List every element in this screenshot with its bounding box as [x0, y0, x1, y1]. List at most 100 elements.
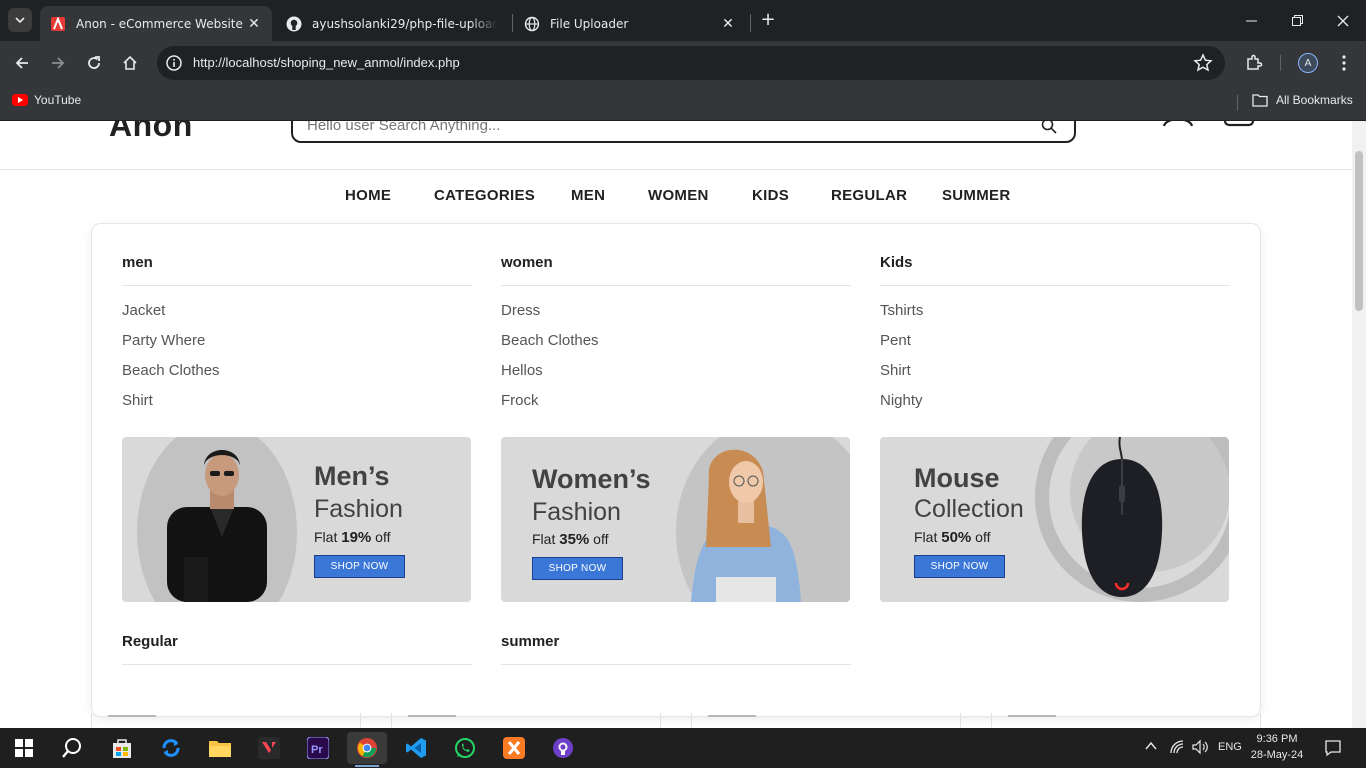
clock[interactable]: 9:36 PM 28-May-24: [1246, 731, 1308, 763]
language-indicator[interactable]: ENG: [1218, 741, 1242, 753]
home-button[interactable]: [118, 51, 142, 75]
tab-search-button[interactable]: [8, 8, 32, 32]
browser-menu-button[interactable]: [1332, 51, 1356, 75]
volume-button[interactable]: [1191, 739, 1209, 758]
tab-file-uploader[interactable]: File Uploader ✕: [514, 6, 746, 41]
url-text[interactable]: http://localhost/shoping_new_anmol/index…: [193, 55, 460, 70]
close-icon[interactable]: ✕: [246, 16, 262, 32]
product-card[interactable]: [991, 713, 1261, 728]
category-heading[interactable]: Regular: [122, 633, 472, 665]
profile-avatar[interactable]: A: [1298, 53, 1318, 73]
cart-icon[interactable]: [1222, 121, 1256, 139]
forward-button[interactable]: [46, 51, 70, 75]
category-link[interactable]: Nighty: [880, 392, 1230, 422]
nav-summer[interactable]: SUMMER: [942, 187, 1010, 204]
shop-now-button[interactable]: SHOP NOW: [532, 557, 623, 580]
womens-fashion-banner[interactable]: Women’s Fashion Flat 35% off SHOP NOW: [501, 437, 850, 602]
new-tab-button[interactable]: +: [758, 10, 778, 30]
nav-categories[interactable]: CATEGORIES: [434, 187, 535, 204]
anon-favicon: [50, 16, 66, 32]
mens-fashion-banner[interactable]: Men’s Fashion Flat 19% off SHOP NOW: [122, 437, 471, 602]
browser-toolbar: http://localhost/shoping_new_anmol/index…: [0, 41, 1366, 85]
taskbar-vscode[interactable]: [396, 732, 436, 764]
category-heading[interactable]: men: [122, 254, 472, 286]
taskbar-whatsapp[interactable]: [445, 732, 485, 764]
start-button[interactable]: [4, 732, 44, 764]
taskbar-search-button[interactable]: [52, 732, 92, 764]
restore-button[interactable]: [1274, 0, 1320, 41]
nav-men[interactable]: MEN: [571, 187, 605, 204]
taskbar-github-desktop[interactable]: [543, 732, 583, 764]
category-link[interactable]: Tshirts: [880, 302, 1230, 332]
bookmark-youtube[interactable]: YouTube: [12, 93, 81, 107]
category-link[interactable]: Beach Clothes: [122, 362, 472, 392]
shop-now-button[interactable]: SHOP NOW: [914, 555, 1005, 578]
site-info-icon[interactable]: [165, 54, 183, 72]
network-button[interactable]: [1169, 739, 1185, 758]
all-bookmarks-button[interactable]: All Bookmarks: [1252, 93, 1353, 107]
tab-github[interactable]: ayushsolanki29/php-file-upload: [276, 6, 508, 41]
reload-button[interactable]: [82, 51, 106, 75]
category-link[interactable]: Dress: [501, 302, 851, 332]
user-icon[interactable]: [1161, 121, 1195, 139]
nav-kids[interactable]: KIDS: [752, 187, 789, 204]
tray-overflow-button[interactable]: [1144, 739, 1158, 756]
category-link[interactable]: Hellos: [501, 362, 851, 392]
taskbar-premiere-pro[interactable]: Pr: [298, 732, 338, 764]
puzzle-icon: [1247, 54, 1263, 70]
tab-anon[interactable]: Anon - eCommerce Website ✕: [40, 6, 272, 41]
address-bar[interactable]: http://localhost/shoping_new_anmol/index…: [157, 46, 1225, 80]
category-link[interactable]: Shirt: [880, 362, 1230, 392]
category-heading[interactable]: Kids: [880, 254, 1230, 286]
category-heading[interactable]: women: [501, 254, 851, 286]
search-icon[interactable]: [1040, 121, 1058, 135]
taskbar-xampp[interactable]: [494, 732, 534, 764]
category-heading[interactable]: summer: [501, 633, 851, 665]
minimize-button[interactable]: [1228, 0, 1274, 41]
tab-title: File Uploader: [550, 16, 629, 31]
taskbar-sync-app[interactable]: [151, 732, 191, 764]
extensions-button[interactable]: [1242, 51, 1266, 75]
close-icon[interactable]: ✕: [720, 16, 736, 32]
minimize-icon: [1245, 20, 1257, 22]
search-icon: [62, 738, 81, 758]
back-button[interactable]: [10, 51, 34, 75]
search-input[interactable]: Hello user Search Anything...: [307, 121, 500, 134]
category-link[interactable]: Shirt: [122, 392, 472, 422]
nav-home[interactable]: HOME: [345, 187, 391, 204]
taskbar-game-app[interactable]: [249, 732, 289, 764]
youtube-icon: [12, 94, 28, 106]
bookmark-label: All Bookmarks: [1276, 93, 1353, 107]
nav-women[interactable]: WOMEN: [648, 187, 709, 204]
github-icon: [553, 738, 573, 758]
vscode-icon: [406, 738, 426, 758]
product-card[interactable]: [391, 713, 661, 728]
banner-title: Mouse: [914, 463, 1000, 493]
github-icon: [286, 16, 302, 32]
taskbar-file-explorer[interactable]: [200, 732, 240, 764]
scrollbar-thumb[interactable]: [1355, 151, 1363, 311]
wifi-icon: [1170, 740, 1184, 754]
close-window-button[interactable]: [1320, 0, 1366, 41]
banner-subtitle: Fashion: [532, 498, 621, 526]
banner-subtitle: Collection: [914, 495, 1024, 523]
search-bar[interactable]: Hello user Search Anything...: [291, 121, 1076, 143]
card-placeholder: [708, 715, 756, 717]
card-placeholder: [108, 715, 156, 717]
shop-now-button[interactable]: SHOP NOW: [314, 555, 405, 578]
product-card[interactable]: [91, 713, 361, 728]
category-link[interactable]: Jacket: [122, 302, 472, 332]
category-link[interactable]: Pent: [880, 332, 1230, 362]
taskbar-chrome[interactable]: [347, 732, 387, 767]
category-link[interactable]: Frock: [501, 392, 851, 422]
taskbar-app-store[interactable]: [102, 732, 142, 764]
nav-regular[interactable]: REGULAR: [831, 187, 907, 204]
bookmark-star-icon[interactable]: [1193, 53, 1213, 73]
notifications-button[interactable]: [1324, 739, 1342, 760]
mouse-collection-banner[interactable]: Mouse Collection Flat 50% off SHOP NOW: [880, 437, 1229, 602]
category-link[interactable]: Party Where: [122, 332, 472, 362]
category-link[interactable]: Beach Clothes: [501, 332, 851, 362]
page-scrollbar[interactable]: [1352, 121, 1366, 728]
site-logo[interactable]: Anon: [109, 121, 193, 144]
product-card[interactable]: [691, 713, 961, 728]
